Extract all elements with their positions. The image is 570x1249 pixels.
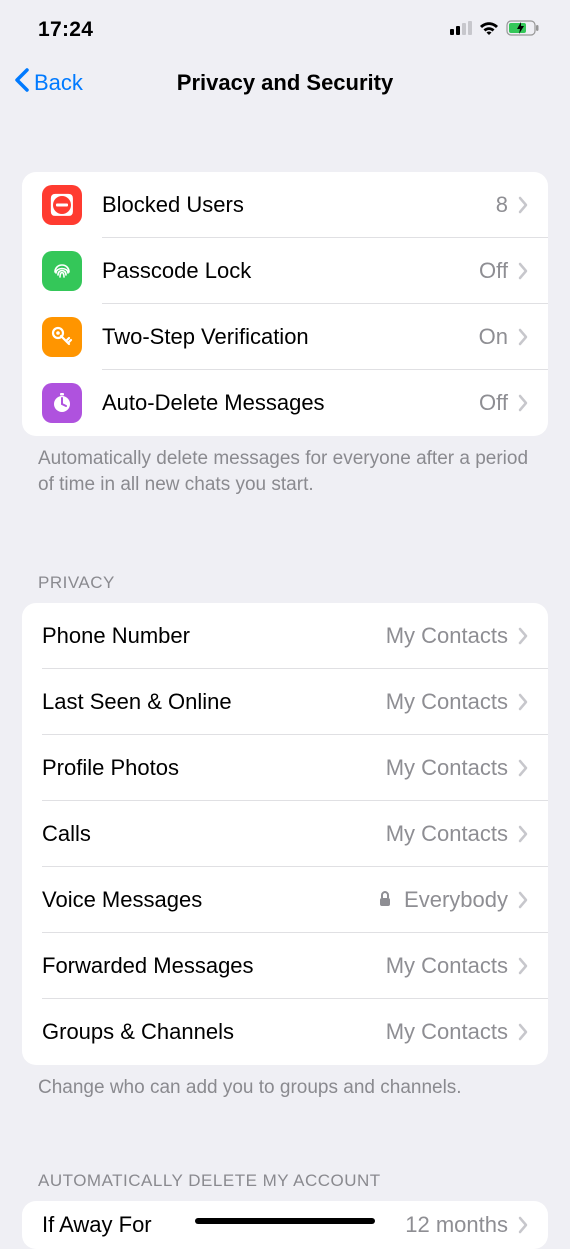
chevron-right-icon bbox=[518, 1023, 528, 1041]
chevron-right-icon bbox=[518, 262, 528, 280]
row-value: My Contacts bbox=[386, 689, 508, 715]
row-value: 12 months bbox=[405, 1212, 508, 1238]
status-time: 17:24 bbox=[38, 18, 93, 42]
row-value: On bbox=[479, 324, 508, 350]
chevron-right-icon bbox=[518, 957, 528, 975]
security-footer: Automatically delete messages for everyo… bbox=[0, 436, 570, 497]
row-last-seen-online[interactable]: Last Seen & Online My Contacts bbox=[22, 669, 548, 735]
chevron-right-icon bbox=[518, 394, 528, 412]
row-label: Profile Photos bbox=[42, 755, 179, 781]
row-value: Off bbox=[479, 258, 508, 284]
page-title: Privacy and Security bbox=[177, 70, 393, 96]
row-label: Passcode Lock bbox=[102, 258, 251, 284]
row-label: Blocked Users bbox=[102, 192, 244, 218]
blocked-icon bbox=[42, 185, 82, 225]
status-icons bbox=[450, 20, 540, 41]
timer-icon bbox=[42, 383, 82, 423]
row-value: Everybody bbox=[378, 887, 508, 913]
row-value: My Contacts bbox=[386, 623, 508, 649]
fingerprint-icon bbox=[42, 251, 82, 291]
security-section: Blocked Users 8 Passcode Lock Off bbox=[22, 172, 548, 436]
key-icon bbox=[42, 317, 82, 357]
chevron-right-icon bbox=[518, 627, 528, 645]
row-label: Two-Step Verification bbox=[102, 324, 309, 350]
row-groups-channels[interactable]: Groups & Channels My Contacts bbox=[22, 999, 548, 1065]
back-button[interactable]: Back bbox=[14, 68, 83, 98]
row-forwarded-messages[interactable]: Forwarded Messages My Contacts bbox=[22, 933, 548, 999]
row-blocked-users[interactable]: Blocked Users 8 bbox=[22, 172, 548, 238]
nav-bar: Back Privacy and Security bbox=[0, 54, 570, 112]
row-value: My Contacts bbox=[386, 953, 508, 979]
row-two-step-verification[interactable]: Two-Step Verification On bbox=[22, 304, 548, 370]
cellular-icon bbox=[450, 21, 472, 40]
row-voice-messages[interactable]: Voice Messages Everybody bbox=[22, 867, 548, 933]
row-label: If Away For bbox=[42, 1212, 152, 1238]
chevron-right-icon bbox=[518, 693, 528, 711]
privacy-section: Phone Number My Contacts Last Seen & Onl… bbox=[22, 603, 548, 1065]
auto-delete-section: If Away For 12 months bbox=[22, 1201, 548, 1249]
row-if-away-for[interactable]: If Away For 12 months bbox=[22, 1201, 548, 1249]
row-value: My Contacts bbox=[386, 755, 508, 781]
chevron-right-icon bbox=[518, 891, 528, 909]
lock-icon bbox=[378, 891, 392, 907]
chevron-right-icon bbox=[518, 328, 528, 346]
wifi-icon bbox=[478, 20, 500, 41]
row-value: My Contacts bbox=[386, 1019, 508, 1045]
status-bar: 17:24 bbox=[0, 0, 570, 54]
privacy-footer: Change who can add you to groups and cha… bbox=[0, 1065, 570, 1101]
row-passcode-lock[interactable]: Passcode Lock Off bbox=[22, 238, 548, 304]
row-label: Last Seen & Online bbox=[42, 689, 232, 715]
home-indicator[interactable] bbox=[195, 1218, 375, 1224]
row-calls[interactable]: Calls My Contacts bbox=[22, 801, 548, 867]
back-label: Back bbox=[34, 70, 83, 96]
row-value: Off bbox=[479, 390, 508, 416]
row-value: 8 bbox=[496, 192, 508, 218]
chevron-right-icon bbox=[518, 759, 528, 777]
row-value: My Contacts bbox=[386, 821, 508, 847]
chevron-left-icon bbox=[14, 68, 30, 98]
row-phone-number[interactable]: Phone Number My Contacts bbox=[22, 603, 548, 669]
row-auto-delete-messages[interactable]: Auto-Delete Messages Off bbox=[22, 370, 548, 436]
row-profile-photos[interactable]: Profile Photos My Contacts bbox=[22, 735, 548, 801]
row-label: Auto-Delete Messages bbox=[102, 390, 325, 416]
row-label: Forwarded Messages bbox=[42, 953, 254, 979]
row-label: Voice Messages bbox=[42, 887, 202, 913]
row-label: Calls bbox=[42, 821, 91, 847]
battery-icon bbox=[506, 20, 540, 41]
auto-delete-header: AUTOMATICALLY DELETE MY ACCOUNT bbox=[0, 1171, 570, 1201]
privacy-header: PRIVACY bbox=[0, 573, 570, 603]
chevron-right-icon bbox=[518, 196, 528, 214]
chevron-right-icon bbox=[518, 1216, 528, 1234]
row-label: Phone Number bbox=[42, 623, 190, 649]
chevron-right-icon bbox=[518, 825, 528, 843]
row-label: Groups & Channels bbox=[42, 1019, 234, 1045]
